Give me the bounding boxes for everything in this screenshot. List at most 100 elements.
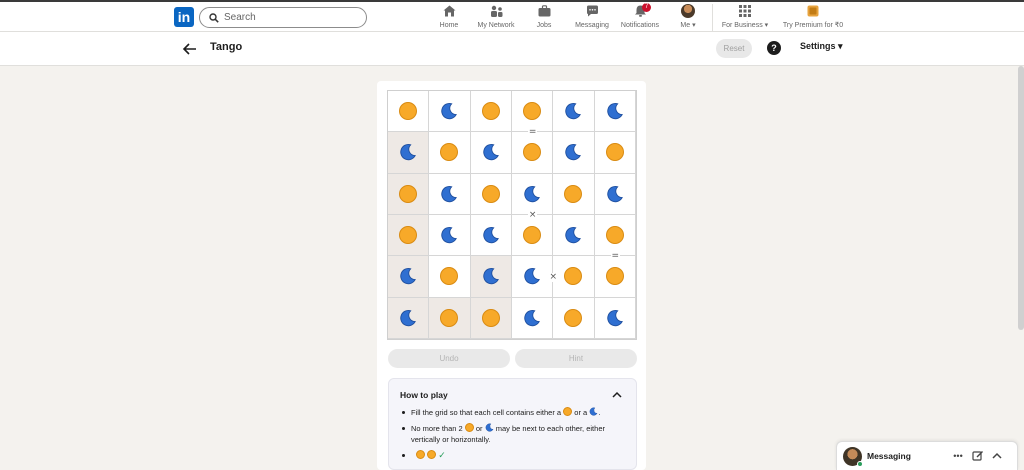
check-icon: ✓ [438, 450, 446, 460]
tango-board: = × × = [387, 90, 637, 340]
sun-icon [605, 267, 624, 286]
board-cell[interactable] [470, 91, 512, 133]
board-cell[interactable] [553, 173, 595, 215]
moon-icon [483, 144, 499, 161]
board-cell[interactable] [512, 132, 554, 174]
equal-marker: = [528, 126, 538, 137]
messaging-icon [586, 5, 598, 17]
board-cell[interactable] [429, 173, 471, 215]
board-cell[interactable] [470, 297, 512, 339]
board-cell[interactable] [553, 256, 595, 298]
compose-icon[interactable] [972, 450, 984, 462]
nav-notifications[interactable]: 7 Notifications [615, 3, 665, 32]
messaging-widget[interactable]: Messaging ••• [836, 441, 1018, 470]
board-cell[interactable] [512, 256, 554, 298]
board-cell[interactable] [429, 297, 471, 339]
home-icon [443, 5, 455, 17]
board-cell[interactable] [553, 215, 595, 257]
settings-button[interactable]: Settings ▾ [800, 41, 843, 52]
board-cell[interactable] [429, 256, 471, 298]
board-cell[interactable] [594, 256, 636, 298]
board-cell[interactable] [512, 297, 554, 339]
nav-premium[interactable]: Try Premium for ₹0 [779, 4, 847, 32]
help-icon[interactable]: ? [767, 41, 781, 55]
sun-icon [416, 450, 425, 459]
board-cell[interactable] [512, 215, 554, 257]
board-cell[interactable] [470, 215, 512, 257]
search-input[interactable] [224, 12, 354, 23]
board-cell[interactable] [429, 132, 471, 174]
board-cell[interactable] [470, 173, 512, 215]
sun-icon [481, 308, 500, 327]
rule2-text-mid: or [475, 424, 483, 433]
nav-my-network[interactable]: My Network [471, 4, 521, 32]
moon-icon [590, 407, 598, 416]
board-cell[interactable] [470, 132, 512, 174]
sun-icon [440, 308, 459, 327]
board-cell[interactable] [429, 215, 471, 257]
undo-button[interactable]: Undo [388, 349, 510, 368]
linkedin-logo[interactable]: in [174, 7, 194, 27]
board-cell[interactable] [594, 173, 636, 215]
board-cell[interactable] [594, 91, 636, 133]
sun-icon [481, 102, 500, 121]
board-cell[interactable] [388, 256, 430, 298]
nav-me-label: Me ▾ [680, 22, 696, 29]
nav-jobs-label: Jobs [536, 22, 552, 29]
more-icon[interactable]: ••• [952, 450, 964, 462]
nav-home[interactable]: Home [424, 4, 474, 32]
nav-notifications-label: Notifications [620, 22, 660, 29]
moon-icon [441, 103, 458, 120]
network-icon [490, 5, 502, 17]
moon-icon [483, 268, 499, 285]
game-header: Tango Reset ? Settings ▾ [0, 32, 1024, 66]
scrollbar[interactable] [1018, 66, 1024, 330]
board-cell[interactable] [553, 91, 595, 133]
board-cell[interactable] [388, 173, 430, 215]
sun-icon [564, 267, 583, 286]
sun-icon [564, 184, 583, 203]
board-cell[interactable] [470, 256, 512, 298]
moon-icon [441, 185, 458, 202]
back-arrow-icon[interactable] [182, 41, 198, 57]
grid-icon [739, 5, 751, 17]
search-box[interactable] [199, 7, 367, 28]
nav-for-business[interactable]: For Business ▾ [719, 4, 771, 32]
moon-icon [524, 309, 541, 326]
board-cell[interactable] [594, 297, 636, 339]
board-cell[interactable] [553, 297, 595, 339]
sun-icon [399, 102, 418, 121]
rule1-text-prefix: Fill the grid so that each cell contains… [411, 408, 562, 417]
board-cell[interactable] [388, 297, 430, 339]
sun-icon [605, 143, 624, 162]
chevron-up-icon[interactable] [611, 390, 623, 400]
reset-button[interactable]: Reset [716, 39, 752, 58]
moon-icon [400, 268, 417, 285]
sun-icon [481, 184, 500, 203]
rule2-text-prefix: No more than 2 [411, 424, 463, 433]
sun-icon [564, 308, 583, 327]
board-cell[interactable] [388, 215, 430, 257]
board-cell[interactable] [594, 132, 636, 174]
moon-icon [400, 144, 417, 161]
premium-icon [807, 5, 819, 17]
rule1-text-mid: or a [574, 408, 588, 417]
online-status-dot [857, 461, 863, 467]
board-cell[interactable] [553, 132, 595, 174]
board-cell[interactable] [388, 91, 430, 133]
example-item: ✓ [400, 450, 630, 461]
board-cell[interactable] [388, 132, 430, 174]
board-cell[interactable] [512, 173, 554, 215]
chevron-up-icon[interactable] [991, 450, 1003, 462]
nav-jobs[interactable]: Jobs [519, 4, 569, 32]
hint-button[interactable]: Hint [515, 349, 637, 368]
jobs-icon [538, 5, 550, 17]
nav-messaging[interactable]: Messaging [567, 4, 617, 32]
nav-messaging-label: Messaging [575, 22, 609, 29]
rule1-text-suffix: . [598, 408, 601, 417]
board-cell[interactable] [429, 91, 471, 133]
nav-me[interactable]: Me ▾ [663, 4, 713, 32]
notification-badge: 7 [642, 3, 651, 12]
top-nav: in Home My Network Jobs Messaging 7 Noti… [0, 0, 1024, 32]
how-to-play-title: How to play [400, 390, 448, 400]
